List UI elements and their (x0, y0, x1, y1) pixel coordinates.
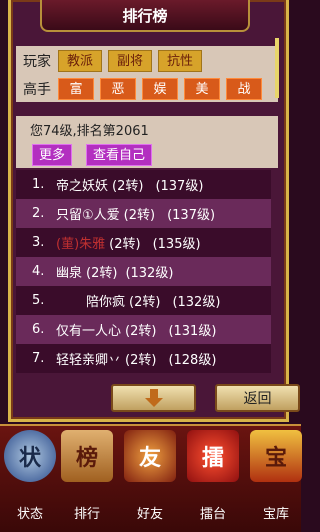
ranking-row[interactable]: 1. 帝之妖妖 (2转) (137级) (16, 170, 271, 199)
filter-scrollbar[interactable] (275, 38, 279, 98)
filter-button-battle[interactable]: 战 (226, 78, 262, 100)
nav-friends[interactable]: 友 好友 (120, 430, 180, 526)
rank-number: 7. (32, 351, 45, 366)
rank-number: 5. (32, 293, 45, 308)
filter-button-beauty[interactable]: 美 (184, 78, 220, 100)
player-turn: (2转) (86, 266, 118, 281)
filter-button-fun[interactable]: 娱 (142, 78, 178, 100)
filter-button-general[interactable]: 副将 (108, 50, 153, 72)
player-level: (132级) (125, 266, 174, 281)
filter-button-evil[interactable]: 恶 (100, 78, 136, 100)
filter-button-sect[interactable]: 教派 (58, 50, 103, 72)
player-level: (137级) (167, 208, 216, 223)
nav-label: 好友 (136, 507, 163, 522)
rank-status-text: 您74级,排名第2061 (30, 124, 149, 139)
treasure-chest-icon: 宝 (250, 430, 302, 482)
nav-label: 排行 (73, 507, 100, 522)
nav-label: 擂台 (199, 507, 226, 522)
arena-icon: 擂 (187, 430, 239, 482)
bottom-nav: 状 状态 榜 排行 友 好友 擂 擂台 宝 宝库 (0, 424, 302, 532)
player-level: (135级) (152, 237, 201, 252)
more-button[interactable]: 更多 (32, 144, 73, 166)
player-name: 仅有一人心 (56, 324, 122, 339)
player-name: 轻轻亲卿丷 (56, 353, 122, 368)
rank-number: 1. (32, 177, 45, 192)
player-turn: (2转) (125, 353, 157, 368)
rank-number: 3. (32, 235, 45, 250)
ranking-row[interactable]: 5. 陪你疯 (2转) (132级) (16, 286, 271, 315)
player-name: 陪你疯 (86, 295, 126, 310)
nav-status[interactable]: 状 状态 (0, 430, 60, 526)
nav-treasury[interactable]: 宝 宝库 (246, 430, 306, 526)
scroll-icon: 榜 (61, 430, 113, 482)
player-turn: (2转) (129, 295, 161, 310)
player-level: (137级) (155, 179, 204, 194)
nav-ranking[interactable]: 榜 排行 (57, 430, 117, 526)
info-panel: 您74级,排名第2061 更多 查看自己 (16, 116, 278, 168)
player-level: (132级) (172, 295, 221, 310)
rank-number: 6. (32, 322, 45, 337)
filter-panel: 玩家 教派 副将 抗性 高手 富 恶 娱 美 战 (16, 46, 278, 102)
filter-row-master: 高手 富 恶 娱 美 战 (16, 76, 278, 102)
filter-button-resist[interactable]: 抗性 (158, 50, 203, 72)
warrior-icon: 友 (124, 430, 176, 482)
filter-button-rich[interactable]: 富 (58, 78, 94, 100)
ranking-row[interactable]: 3. (菫)朱雅 (2转) (135级) (16, 228, 271, 257)
rank-number: 2. (32, 206, 45, 221)
nav-label: 宝库 (262, 507, 289, 522)
nav-label: 状态 (16, 507, 43, 522)
view-self-button[interactable]: 查看自己 (86, 144, 153, 166)
player-name: 幽泉 (56, 266, 83, 281)
back-button[interactable]: 返回 (215, 384, 300, 412)
page-down-button[interactable] (111, 384, 196, 412)
rank-number: 4. (32, 264, 45, 279)
player-turn: (2转) (109, 237, 141, 252)
filter-row-label: 玩家 (23, 54, 51, 70)
arrow-down-icon (144, 389, 163, 407)
player-level: (131级) (168, 324, 217, 339)
player-name: 帝之妖妖 (56, 179, 109, 194)
player-turn: (2转) (125, 324, 157, 339)
ranking-row[interactable]: 6. 仅有一人心 (2转) (131级) (16, 315, 271, 344)
status-icon: 状 (4, 430, 56, 482)
player-name: 只留①人爱 (56, 208, 120, 223)
player-turn: (2转) (123, 208, 156, 223)
player-level: (128级) (168, 353, 217, 368)
window-title: 排行榜 (40, 0, 250, 32)
ranking-row[interactable]: 2. 只留①人爱 (2转) (137级) (16, 199, 271, 228)
player-turn: (2转) (112, 179, 144, 194)
ranking-row[interactable]: 4. 幽泉 (2转) (132级) (16, 257, 271, 286)
ranking-row[interactable]: 7. 轻轻亲卿丷 (2转) (128级) (16, 344, 271, 373)
filter-row-label: 高手 (23, 82, 51, 98)
nav-arena[interactable]: 擂 擂台 (183, 430, 243, 526)
filter-row-player: 玩家 教派 副将 抗性 (16, 48, 278, 74)
player-name: (菫)朱雅 (56, 237, 106, 252)
